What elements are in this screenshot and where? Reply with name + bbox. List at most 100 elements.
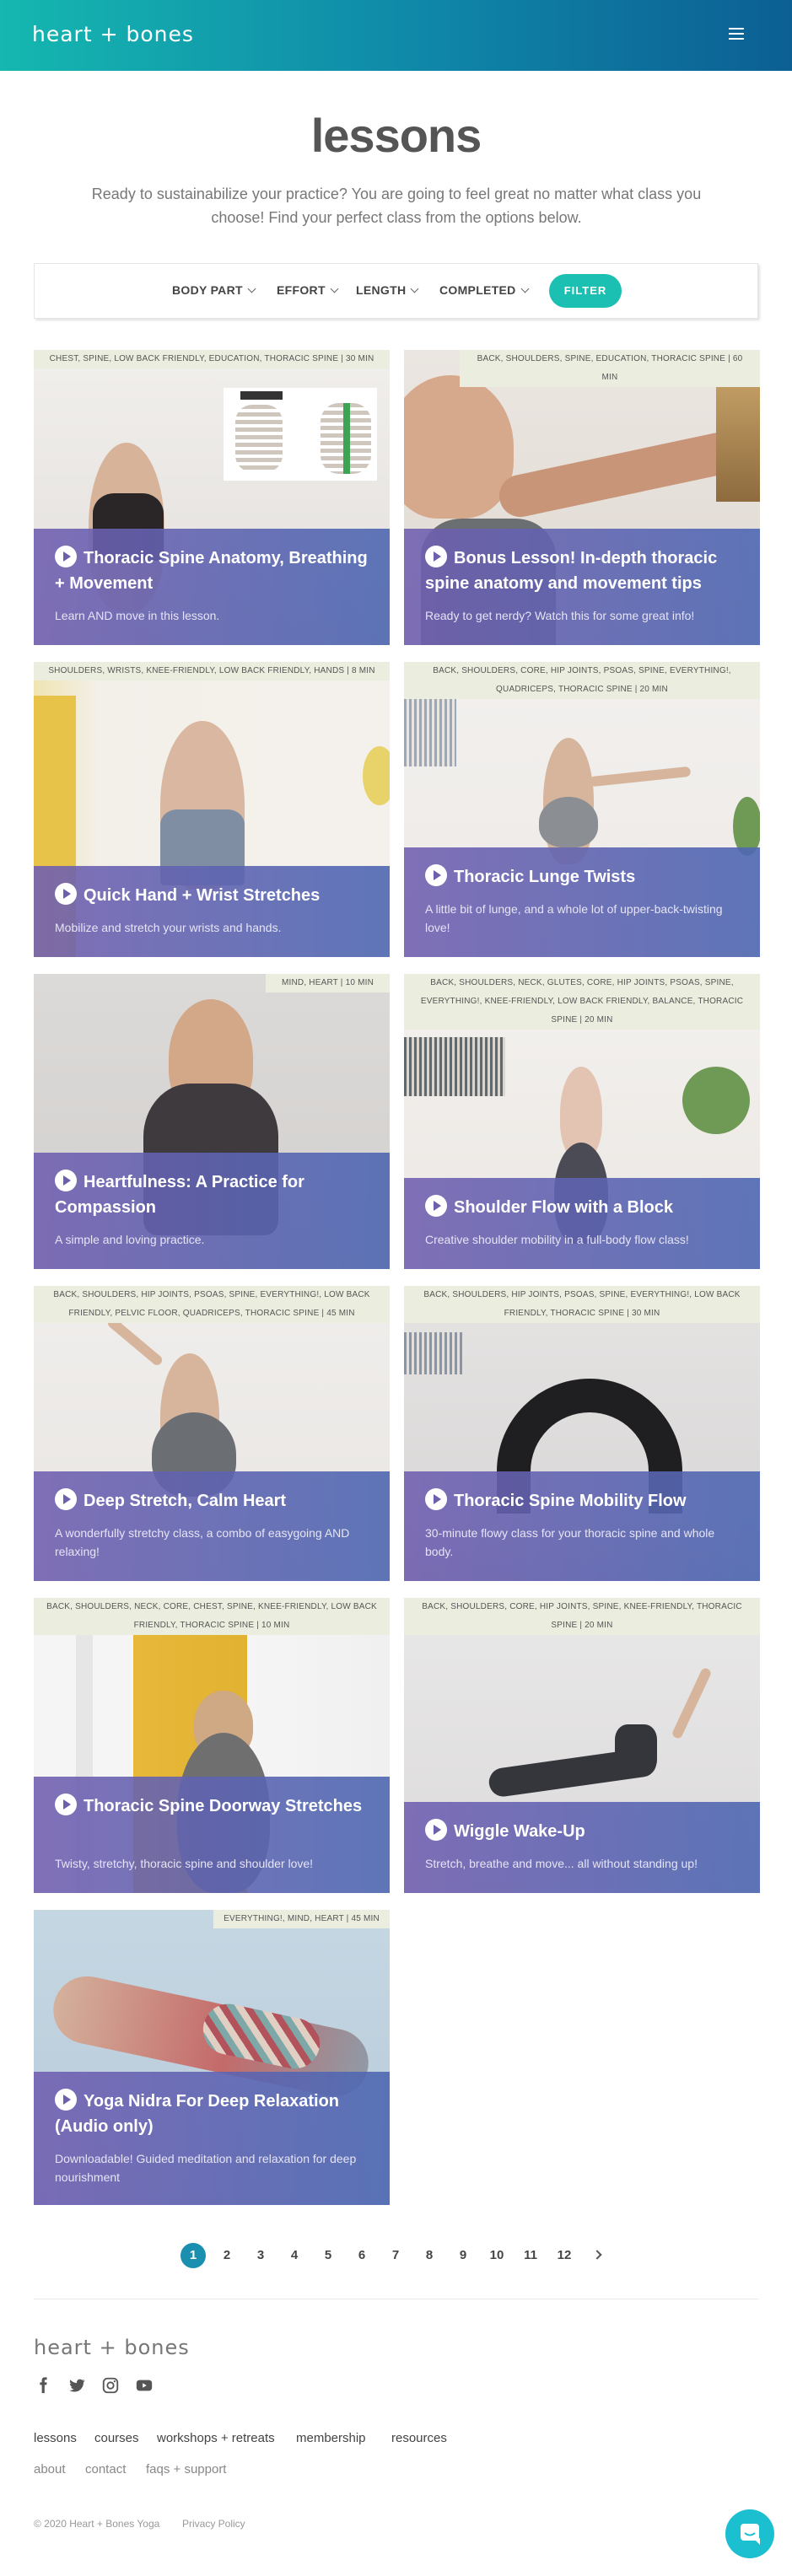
page-title: lessons [310, 109, 482, 162]
chevron-down-icon [520, 284, 530, 293]
lesson-card[interactable]: CHEST, SPINE, LOW BACK FRIENDLY, EDUCATI… [34, 350, 390, 645]
page-3-link[interactable]: 3 [248, 2243, 273, 2268]
lesson-description: 30-minute flowy class for your thoracic … [425, 1526, 715, 1558]
facebook-icon[interactable] [34, 2376, 52, 2395]
play-icon [55, 1794, 77, 1815]
filter-effort[interactable]: EFFORT [277, 283, 339, 297]
page-8-link[interactable]: 8 [417, 2243, 442, 2268]
footer-link-contact[interactable]: contact [85, 2462, 126, 2477]
lesson-description: Learn AND move in this lesson. [55, 609, 220, 622]
chevron-right-icon[interactable] [592, 2250, 602, 2260]
lesson-card[interactable]: EVERYTHING!, MIND, HEART | 45 MIN Yoga N… [34, 1910, 390, 2205]
copyright-text: © 2020 Heart + Bones Yoga [34, 2518, 160, 2530]
filter-body-part[interactable]: BODY PART [172, 283, 256, 297]
lesson-title[interactable]: Wiggle Wake-Up [425, 1815, 746, 1844]
lesson-title[interactable]: Thoracic Spine Anatomy, Breathing + Move… [55, 541, 375, 596]
lesson-title[interactable]: Thoracic Spine Doorway Stretches [55, 1789, 375, 1819]
lesson-card[interactable]: BACK, SHOULDERS, NECK, CORE, CHEST, SPIN… [34, 1598, 390, 1893]
lesson-card[interactable]: BACK, SHOULDERS, SPINE, EDUCATION, THORA… [404, 350, 760, 645]
page-11-link[interactable]: 11 [518, 2243, 543, 2268]
filter-bar: BODY PART EFFORT LENGTH COMPLETED FILTER [34, 263, 758, 319]
lesson-tags: BACK, SHOULDERS, HIP JOINTS, PSOAS, SPIN… [404, 1286, 760, 1323]
chat-bubble-icon[interactable] [725, 2509, 774, 2558]
page-7-link[interactable]: 7 [383, 2243, 408, 2268]
lesson-tags: BACK, SHOULDERS, SPINE, EDUCATION, THORA… [460, 350, 760, 387]
play-icon [55, 1170, 77, 1191]
lesson-tags: CHEST, SPINE, LOW BACK FRIENDLY, EDUCATI… [34, 350, 390, 368]
lesson-tags: EVERYTHING!, MIND, HEART | 45 MIN [213, 1910, 390, 1928]
lesson-tags: BACK, SHOULDERS, HIP JOINTS, PSOAS, SPIN… [34, 1286, 390, 1323]
lesson-title[interactable]: Thoracic Spine Mobility Flow [425, 1484, 746, 1514]
instagram-icon[interactable] [101, 2376, 120, 2395]
page-6-link[interactable]: 6 [349, 2243, 374, 2268]
lesson-description: A wonderfully stretchy class, a combo of… [55, 1526, 350, 1558]
lesson-title[interactable]: Heartfulness: A Practice for Compassion [55, 1165, 375, 1220]
filter-label: BODY PART [172, 283, 243, 297]
footer-link-membership[interactable]: membership [296, 2431, 366, 2445]
lesson-title[interactable]: Yoga Nidra For Deep Relaxation (Audio on… [55, 2084, 375, 2139]
filter-button[interactable]: FILTER [549, 274, 622, 308]
play-icon [425, 1488, 447, 1510]
privacy-policy-link[interactable]: Privacy Policy [182, 2518, 245, 2530]
page-10-link[interactable]: 10 [484, 2243, 509, 2268]
play-icon [55, 546, 77, 567]
lesson-card[interactable]: BACK, SHOULDERS, CORE, HIP JOINTS, SPINE… [404, 1598, 760, 1893]
lesson-card[interactable]: MIND, HEART | 10 MIN Heartfulness: A Pra… [34, 974, 390, 1269]
play-icon [55, 883, 77, 905]
page-12-link[interactable]: 12 [552, 2243, 577, 2268]
play-icon [55, 2089, 77, 2111]
play-icon [425, 864, 447, 886]
page-4-link[interactable]: 4 [282, 2243, 307, 2268]
lesson-tags: BACK, SHOULDERS, CORE, HIP JOINTS, PSOAS… [404, 662, 760, 699]
filter-label: LENGTH [356, 283, 407, 297]
lesson-description: Creative shoulder mobility in a full-bod… [425, 1233, 689, 1246]
lesson-tags: BACK, SHOULDERS, NECK, GLUTES, CORE, HIP… [404, 974, 760, 1030]
lesson-description: Twisty, stretchy, thoracic spine and sho… [55, 1857, 314, 1870]
page-1-link[interactable]: 1 [180, 2243, 206, 2268]
lesson-card[interactable]: SHOULDERS, WRISTS, KNEE-FRIENDLY, LOW BA… [34, 662, 390, 957]
lesson-description: Ready to get nerdy? Watch this for some … [425, 609, 695, 622]
lesson-card[interactable]: BACK, SHOULDERS, CORE, HIP JOINTS, PSOAS… [404, 662, 760, 957]
play-icon [425, 546, 447, 567]
page-2-link[interactable]: 2 [214, 2243, 240, 2268]
lesson-tags: BACK, SHOULDERS, CORE, HIP JOINTS, SPINE… [404, 1598, 760, 1635]
play-icon [425, 1195, 447, 1217]
page-5-link[interactable]: 5 [315, 2243, 341, 2268]
lesson-title[interactable]: Quick Hand + Wrist Stretches [55, 879, 375, 908]
footer-logo[interactable]: heart + bones [34, 2336, 190, 2359]
footer-link-lessons[interactable]: lessons [34, 2431, 77, 2445]
lesson-description: Stretch, breathe and move... all without… [425, 1857, 698, 1870]
chevron-down-icon [410, 284, 419, 293]
lesson-title[interactable]: Bonus Lesson! In-depth thoracic spine an… [425, 541, 746, 596]
filter-length[interactable]: LENGTH [356, 283, 419, 297]
chevron-down-icon [330, 284, 339, 293]
lesson-card[interactable]: BACK, SHOULDERS, NECK, GLUTES, CORE, HIP… [404, 974, 760, 1269]
lesson-title[interactable]: Deep Stretch, Calm Heart [55, 1484, 375, 1514]
filter-label: COMPLETED [439, 283, 516, 297]
lesson-info: Yoga Nidra For Deep Relaxation (Audio on… [34, 2072, 390, 2205]
lesson-card[interactable]: BACK, SHOULDERS, HIP JOINTS, PSOAS, SPIN… [404, 1286, 760, 1581]
filter-completed[interactable]: COMPLETED [439, 283, 530, 297]
footer-link-courses[interactable]: courses [94, 2431, 139, 2445]
lesson-info: Wiggle Wake-Up Stretch, breathe and move… [404, 1802, 760, 1893]
lesson-description: Downloadable! Guided meditation and rela… [55, 2152, 357, 2184]
lesson-info: Thoracic Lunge Twists A little bit of lu… [404, 847, 760, 957]
lesson-tags: MIND, HEART | 10 MIN [266, 974, 390, 992]
site-logo[interactable]: heart + bones [32, 22, 194, 46]
lesson-title[interactable]: Shoulder Flow with a Block [425, 1191, 746, 1220]
footer-link-about[interactable]: about [34, 2462, 66, 2477]
hamburger-menu-icon[interactable] [729, 28, 744, 40]
lesson-title[interactable]: Thoracic Lunge Twists [425, 860, 746, 890]
page-9-link[interactable]: 9 [450, 2243, 476, 2268]
lesson-description: Mobilize and stretch your wrists and han… [55, 921, 282, 934]
lesson-info: Thoracic Spine Anatomy, Breathing + Move… [34, 529, 390, 645]
lesson-info: Heartfulness: A Practice for Compassion … [34, 1153, 390, 1269]
youtube-icon[interactable] [135, 2376, 154, 2395]
footer-link-faqs[interactable]: faqs + support [146, 2462, 226, 2477]
play-icon [55, 1488, 77, 1510]
footer-link-resources[interactable]: resources [391, 2431, 447, 2445]
footer-link-workshops[interactable]: workshops + retreats [157, 2431, 275, 2445]
lesson-card[interactable]: BACK, SHOULDERS, HIP JOINTS, PSOAS, SPIN… [34, 1286, 390, 1581]
twitter-icon[interactable] [67, 2376, 86, 2395]
lesson-description: A simple and loving practice. [55, 1233, 205, 1246]
